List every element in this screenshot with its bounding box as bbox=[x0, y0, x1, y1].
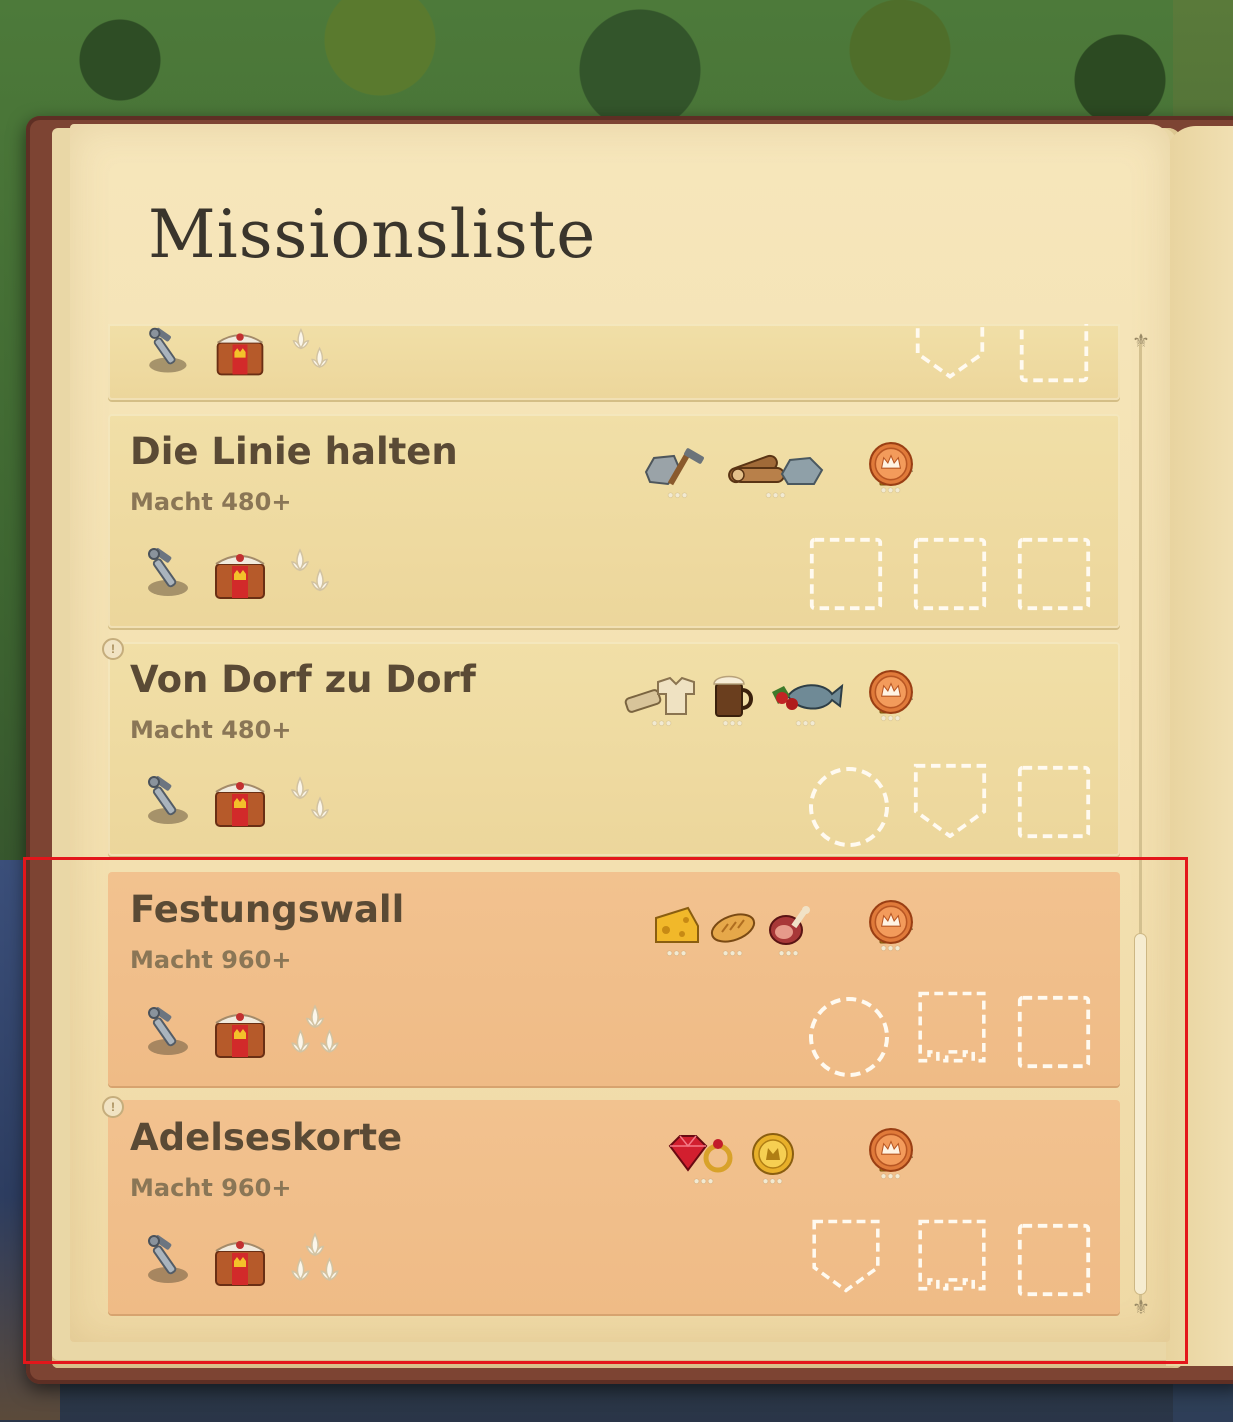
logs-stone-icon: ●●● bbox=[724, 444, 828, 501]
mission-power: Macht 480+ bbox=[130, 716, 292, 744]
royal-chest-icon bbox=[210, 1003, 270, 1063]
cheese-icon: ●●● bbox=[652, 902, 702, 959]
mission-reward: : ●●● bbox=[868, 448, 914, 496]
cloth-shirt-icon: ●●● bbox=[624, 672, 700, 729]
tower-slot[interactable] bbox=[914, 1218, 990, 1294]
mission-title: Die Linie halten bbox=[130, 430, 458, 473]
square-slot[interactable] bbox=[1016, 536, 1092, 612]
fleur-de-lis-icon bbox=[284, 324, 344, 380]
square-slot[interactable] bbox=[912, 536, 988, 612]
bronze-crown-medal-icon: ●●● bbox=[868, 899, 914, 954]
mission-card[interactable]: ! Von Dorf zu Dorf Macht 480+ ●●● ●●● ●●… bbox=[102, 638, 1120, 856]
fleur-de-lis-triple-icon bbox=[284, 1230, 346, 1292]
info-icon[interactable]: ! bbox=[102, 1096, 124, 1118]
dagger-icon bbox=[136, 1231, 196, 1291]
mission-power: Macht 960+ bbox=[130, 946, 292, 974]
berries-fish-icon: ●●● bbox=[768, 672, 844, 729]
dagger-icon bbox=[136, 1003, 196, 1063]
mission-card[interactable]: Die Linie halten Macht 480+ ●●● ●●● : ●●… bbox=[108, 414, 1120, 628]
bronze-crown-medal-icon: ●●● bbox=[868, 1127, 914, 1182]
square-slot[interactable] bbox=[808, 536, 884, 612]
circle-slot[interactable] bbox=[806, 994, 892, 1080]
mission-reward: : ●●● bbox=[868, 676, 914, 724]
mission-title: Von Dorf zu Dorf bbox=[130, 658, 476, 701]
scroll-down-ornament-icon[interactable]: ⚜ bbox=[1130, 1296, 1152, 1318]
mission-tools bbox=[136, 544, 344, 604]
mission-tools bbox=[136, 1230, 346, 1292]
mission-card-selected[interactable]: Festungswall Macht 960+ ●●● ●●● ●●● : ●●… bbox=[108, 872, 1120, 1086]
right-page bbox=[1166, 126, 1233, 1366]
mission-tools bbox=[136, 772, 344, 832]
dagger-icon bbox=[136, 544, 196, 604]
royal-chest-icon bbox=[210, 544, 270, 604]
fleur-de-lis-icon bbox=[284, 544, 344, 604]
mission-card-partial[interactable] bbox=[108, 324, 1120, 400]
bronze-crown-medal-icon: ●●● bbox=[868, 669, 914, 724]
mission-power: Macht 480+ bbox=[130, 488, 292, 516]
mission-tools bbox=[136, 1002, 346, 1064]
bread-icon: ●●● bbox=[708, 902, 758, 959]
page-title: Missionsliste bbox=[148, 196, 597, 273]
fleur-de-lis-icon bbox=[284, 772, 344, 832]
royal-chest-icon bbox=[210, 324, 270, 380]
square-slot[interactable] bbox=[1016, 1222, 1092, 1298]
ham-icon: ●●● bbox=[764, 902, 814, 959]
mission-power: Macht 960+ bbox=[130, 1174, 292, 1202]
dagger-icon bbox=[136, 324, 196, 380]
tower-slot[interactable] bbox=[914, 990, 990, 1066]
shield-slot[interactable] bbox=[912, 324, 988, 386]
fleur-de-lis-triple-icon bbox=[284, 1002, 346, 1064]
info-icon[interactable]: ! bbox=[102, 638, 124, 660]
mission-tools bbox=[136, 324, 344, 380]
circle-slot[interactable] bbox=[806, 764, 892, 850]
royal-chest-icon bbox=[210, 1231, 270, 1291]
scroll-thumb[interactable] bbox=[1135, 934, 1146, 1294]
ruby-ring-icon: ●●● bbox=[666, 1130, 742, 1187]
square-slot[interactable] bbox=[1016, 324, 1092, 386]
gold-coin-icon: ●●● bbox=[748, 1130, 798, 1187]
shield-slot[interactable] bbox=[912, 762, 988, 838]
beer-mug-icon: ●●● bbox=[710, 672, 756, 729]
mission-card-selected[interactable]: ! Adelseskorte Macht 960+ ●●● ●●● : ●●● bbox=[102, 1096, 1120, 1314]
royal-chest-icon bbox=[210, 772, 270, 832]
mission-reward: : ●●● bbox=[868, 1134, 914, 1182]
scrollbar[interactable]: ⚜ ⚜ bbox=[1130, 330, 1152, 1320]
shield-slot[interactable] bbox=[808, 1218, 884, 1294]
mission-title: Adelseskorte bbox=[130, 1116, 403, 1159]
mission-title: Festungswall bbox=[130, 888, 405, 931]
square-slot[interactable] bbox=[1016, 764, 1092, 840]
dagger-icon bbox=[136, 772, 196, 832]
square-slot[interactable] bbox=[1016, 994, 1092, 1070]
bronze-crown-medal-icon: ●●● bbox=[868, 441, 914, 496]
mission-reward: : ●●● bbox=[868, 906, 914, 954]
stone-hammer-icon: ●●● bbox=[640, 444, 716, 501]
